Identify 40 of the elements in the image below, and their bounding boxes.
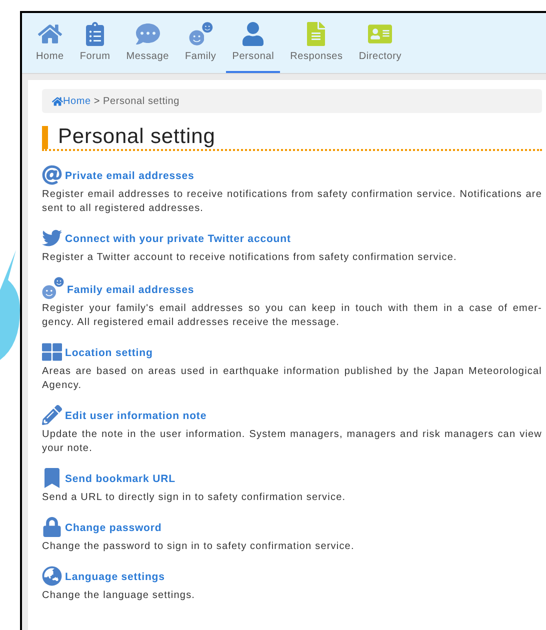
setting-description: Register your family's email addresses so you can keep in touch with them in a case of emer-gency. All registered email addresses receive the message. (42, 302, 542, 330)
setting-link[interactable]: Change password (65, 521, 162, 537)
setting-link[interactable]: Private email addresses (65, 169, 194, 185)
setting-link[interactable]: Connect with your private Twitter account (65, 232, 291, 248)
setting-description: Register email addresses to receive notifications from safety confirmation service. Notifications are sent to all registered addresses. (42, 188, 542, 216)
nav-tab[interactable]: Family (178, 22, 222, 73)
setting-description: Register a Twitter account to receive notifications from safety confirmation service. (42, 251, 458, 265)
breadcrumb-separator: > (94, 94, 100, 108)
home-icon (52, 96, 63, 106)
user-icon (241, 22, 266, 46)
blocks-icon (42, 342, 62, 362)
at-sign-icon (42, 165, 62, 185)
setting-description: Change the password to sign in to safety confirmation service. (42, 540, 356, 554)
setting-description: Areas are based on areas used in earthquake information published by the Japan Meteorological Agency. (42, 365, 542, 393)
page-heading: Personal setting (42, 126, 542, 151)
globe-icon (42, 566, 62, 586)
nav-tab[interactable]: Forum (74, 22, 116, 73)
setting-description: Send a URL to directly sign in to safety confirmation service. (42, 491, 347, 505)
setting-link[interactable]: Send bookmark URL (65, 472, 176, 488)
home-icon (38, 22, 62, 46)
setting-link[interactable]: Location setting (65, 346, 153, 362)
nav-tab[interactable]: Directory (352, 22, 408, 73)
nav-tab[interactable]: Home (30, 22, 70, 73)
speech-bubble-icon (136, 22, 160, 46)
padlock-icon (42, 517, 62, 537)
nav-tab[interactable]: Responses (284, 22, 349, 73)
smiley-faces-icon (188, 22, 213, 46)
bird-icon (42, 228, 62, 248)
contact-card-icon (368, 22, 392, 46)
setting-link[interactable]: Family email addresses (67, 283, 194, 299)
setting-link[interactable]: Language settings (65, 570, 165, 586)
smiley-faces-icon (42, 277, 64, 299)
breadcrumb-current: Personal setting (103, 94, 180, 108)
setting-description: Change the language settings. (42, 589, 196, 603)
bookmark-icon (42, 468, 62, 488)
setting-link[interactable]: Edit user information note (65, 409, 207, 425)
setting-description: Update the note in the user information. System managers, managers and risk managers can view your note. (42, 428, 542, 456)
nav-tab[interactable]: Message (120, 22, 175, 73)
breadcrumb-home-link[interactable]: Home (52, 94, 91, 108)
pencil-icon (42, 405, 62, 425)
